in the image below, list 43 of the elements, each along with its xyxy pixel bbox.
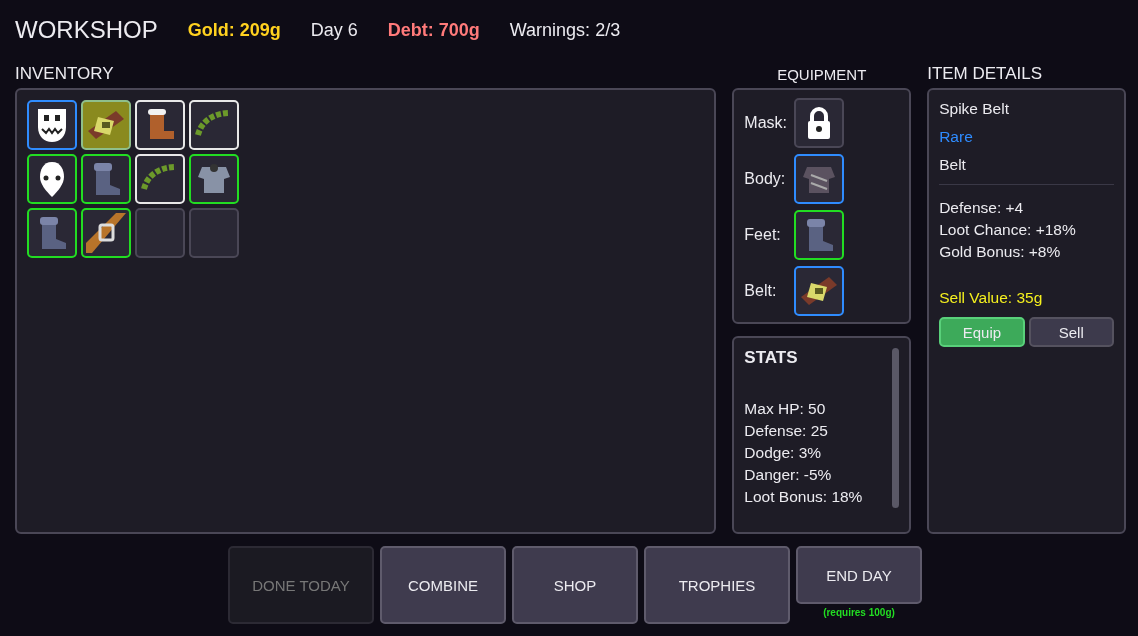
coin-counter: Gold: 209g <box>187 19 281 41</box>
requirement-note: (requires 100g) <box>823 607 895 618</box>
inventory-slot[interactable] <box>189 154 239 204</box>
sell-button[interactable]: Sell <box>1028 317 1114 347</box>
stat-line: Defense: 25 <box>744 422 829 440</box>
action-button[interactable]: TROPHIES <box>644 546 790 624</box>
equipment-slot[interactable] <box>794 210 845 260</box>
slot-label: Belt: <box>744 282 778 300</box>
inventory-slot[interactable] <box>81 154 131 204</box>
item-name: Spike Belt <box>939 100 1010 118</box>
section-title: ITEM DETAILS <box>927 63 1044 85</box>
stats-title: STATS <box>744 348 799 368</box>
belt-icon <box>86 213 126 253</box>
item-type: Belt <box>939 156 967 174</box>
scrollbar[interactable] <box>892 348 900 508</box>
warnings-counter: Warnings: 2/3 <box>509 19 621 41</box>
item-stat: Loot Chance: +18% <box>939 221 1077 239</box>
sell-value: Sell Value: 35g <box>939 289 1044 307</box>
action-button[interactable]: COMBINE <box>380 546 506 624</box>
equipment-slot[interactable] <box>794 98 845 148</box>
slot-label: Body: <box>744 170 787 188</box>
inventory-slot[interactable] <box>27 208 77 258</box>
inventory-slot[interactable] <box>27 100 77 150</box>
screen-title: WORKSHOP <box>15 16 158 44</box>
inventory-slot[interactable] <box>27 154 77 204</box>
section-title: INVENTORY <box>15 63 115 85</box>
stat-line: Dodge: 3% <box>744 444 823 462</box>
item-rarity: Rare <box>939 128 974 146</box>
slot-label: Mask: <box>744 114 788 132</box>
slot-label: Feet: <box>744 226 782 244</box>
item-stat: Gold Bonus: +8% <box>939 243 1062 261</box>
equipment-slot[interactable] <box>794 266 845 316</box>
day-counter: Day 6 <box>310 19 358 41</box>
stat-line: Danger: -5% <box>744 466 833 484</box>
stat-line: Max HP: 50 <box>744 400 827 418</box>
inventory-slot[interactable] <box>81 208 131 258</box>
debt-counter: Debt: 700g <box>387 19 480 41</box>
action-button[interactable]: END DAY <box>796 546 922 604</box>
item-stat: Defense: +4 <box>939 199 1025 217</box>
equipment-slot[interactable] <box>794 154 845 204</box>
action-button[interactable]: SHOP <box>512 546 638 624</box>
section-title: EQUIPMENT <box>777 64 867 85</box>
stat-line: Loot Bonus: 18% <box>744 488 864 506</box>
